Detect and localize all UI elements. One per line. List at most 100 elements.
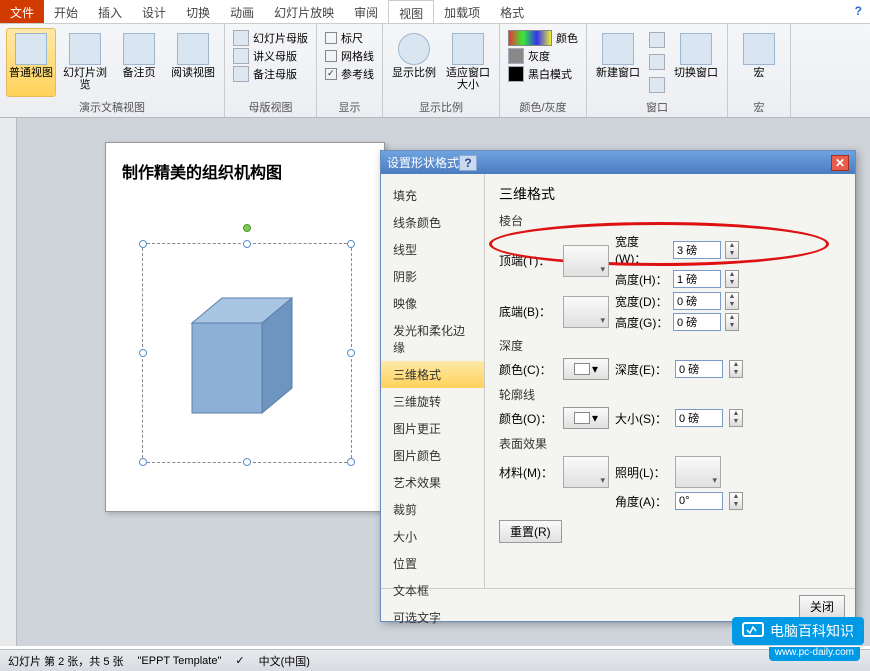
nav-artistic[interactable]: 艺术效果: [381, 469, 484, 496]
tab-transition[interactable]: 切换: [176, 0, 220, 23]
tab-format[interactable]: 格式: [490, 0, 534, 23]
blackwhite-button[interactable]: 黑白模式: [508, 66, 578, 82]
tab-file[interactable]: 文件: [0, 0, 44, 23]
gridlines-checkbox[interactable]: 网格线: [325, 48, 374, 64]
close-button[interactable]: 关闭: [799, 595, 845, 618]
contour-size-input[interactable]: [675, 409, 723, 427]
nav-picture-correct[interactable]: 图片更正: [381, 415, 484, 442]
template-name: "EPPT Template": [138, 655, 222, 667]
nav-3d-rotation[interactable]: 三维旋转: [381, 388, 484, 415]
angle-input[interactable]: [675, 492, 723, 510]
nav-alttext[interactable]: 可选文字: [381, 604, 484, 631]
guides-checkbox[interactable]: 参考线: [325, 66, 374, 82]
group-label: 显示比例: [389, 97, 493, 115]
nav-line-style[interactable]: 线型: [381, 236, 484, 263]
bottom-width-input[interactable]: [673, 292, 721, 310]
cube-shape[interactable]: [172, 283, 312, 423]
handout-master-button[interactable]: 讲义母版: [233, 48, 308, 64]
material-label: 材料(M)：: [499, 464, 557, 481]
ruler-checkbox[interactable]: 标尺: [325, 30, 374, 46]
tab-slideshow[interactable]: 幻灯片放映: [264, 0, 344, 23]
notes-page-button[interactable]: 备注页: [114, 28, 164, 97]
status-bar: 幻灯片 第 2 张，共 5 张 "EPPT Template" ✓ 中文(中国): [0, 649, 870, 671]
nav-textbox[interactable]: 文本框: [381, 577, 484, 604]
tab-home[interactable]: 开始: [44, 0, 88, 23]
nav-line-color[interactable]: 线条颜色: [381, 209, 484, 236]
bw-icon: [508, 66, 524, 82]
notes-master-button[interactable]: 备注母版: [233, 66, 308, 82]
tab-review[interactable]: 审阅: [344, 0, 388, 23]
depth-input[interactable]: [675, 360, 723, 378]
reading-view-button[interactable]: 阅读视图: [168, 28, 218, 97]
slide-sorter-button[interactable]: 幻灯片浏览: [60, 28, 110, 97]
resize-handle[interactable]: [243, 240, 251, 248]
group-label: 颜色/灰度: [506, 97, 580, 115]
resize-handle[interactable]: [139, 458, 147, 466]
resize-handle[interactable]: [347, 458, 355, 466]
spinner[interactable]: ▲▼: [725, 241, 739, 259]
spinner[interactable]: ▲▼: [729, 492, 743, 510]
spinner[interactable]: ▲▼: [725, 270, 739, 288]
tab-addins[interactable]: 加载项: [434, 0, 490, 23]
zoom-icon: [398, 33, 430, 65]
bottom-height-input[interactable]: [673, 313, 721, 331]
resize-handle[interactable]: [347, 240, 355, 248]
bevel-bottom-picker[interactable]: [563, 296, 609, 328]
group-macros: 宏 宏: [728, 24, 791, 117]
split-icon[interactable]: [649, 77, 665, 93]
cascade-icon[interactable]: [649, 54, 665, 70]
depth-color-picker[interactable]: ▾: [563, 358, 609, 380]
nav-fill[interactable]: 填充: [381, 182, 484, 209]
nav-position[interactable]: 位置: [381, 550, 484, 577]
contour-color-picker[interactable]: ▾: [563, 407, 609, 429]
top-height-input[interactable]: [673, 270, 721, 288]
slide-master-button[interactable]: 幻灯片母版: [233, 30, 308, 46]
lighting-picker[interactable]: [675, 456, 721, 488]
spinner[interactable]: ▲▼: [729, 409, 743, 427]
dialog-titlebar[interactable]: 设置形状格式 ? ✕: [381, 151, 855, 174]
switch-window-button[interactable]: 切换窗口: [671, 28, 721, 97]
spinner[interactable]: ▲▼: [729, 360, 743, 378]
color-button[interactable]: 颜色: [508, 30, 578, 46]
fit-window-button[interactable]: 适应窗口大小: [443, 28, 493, 97]
resize-handle[interactable]: [139, 349, 147, 357]
size-label: 大小(S)：: [615, 410, 669, 427]
arrange-icon[interactable]: [649, 32, 665, 48]
spinner[interactable]: ▲▼: [725, 292, 739, 310]
tab-view[interactable]: 视图: [388, 0, 434, 23]
nav-crop[interactable]: 裁剪: [381, 496, 484, 523]
resize-handle[interactable]: [347, 349, 355, 357]
tab-design[interactable]: 设计: [132, 0, 176, 23]
tab-animation[interactable]: 动画: [220, 0, 264, 23]
section-heading: 三维格式: [499, 184, 841, 204]
resize-handle[interactable]: [139, 240, 147, 248]
nav-picture-color[interactable]: 图片颜色: [381, 442, 484, 469]
zoom-button[interactable]: 显示比例: [389, 28, 439, 97]
macros-button[interactable]: 宏: [734, 28, 784, 97]
spellcheck-icon[interactable]: ✓: [235, 654, 244, 667]
help-icon[interactable]: ?: [847, 0, 870, 23]
rotate-handle[interactable]: [243, 224, 251, 232]
top-width-input[interactable]: [673, 241, 721, 259]
bevel-top-row: 顶端(T)： 宽度(W)：▲▼ 高度(H)：▲▼: [499, 233, 841, 288]
fit-icon: [452, 33, 484, 65]
group-label: 演示文稿视图: [6, 97, 218, 115]
material-picker[interactable]: [563, 456, 609, 488]
nav-shadow[interactable]: 阴影: [381, 263, 484, 290]
resize-handle[interactable]: [243, 458, 251, 466]
tab-insert[interactable]: 插入: [88, 0, 132, 23]
thumbnail-panel[interactable]: [0, 118, 17, 646]
new-window-button[interactable]: 新建窗口: [593, 28, 643, 97]
dialog-help-button[interactable]: ?: [459, 155, 477, 171]
nav-3d-format[interactable]: 三维格式: [381, 361, 484, 388]
dialog-close-button[interactable]: ✕: [831, 155, 849, 171]
nav-glow[interactable]: 发光和柔化边缘: [381, 317, 484, 361]
normal-view-button[interactable]: 普通视图: [6, 28, 56, 97]
spinner[interactable]: ▲▼: [725, 313, 739, 331]
nav-size[interactable]: 大小: [381, 523, 484, 550]
grayscale-button[interactable]: 灰度: [508, 48, 578, 64]
language-status[interactable]: 中文(中国): [259, 653, 310, 669]
reset-button[interactable]: 重置(R): [499, 520, 562, 543]
nav-reflection[interactable]: 映像: [381, 290, 484, 317]
bevel-top-picker[interactable]: [563, 245, 609, 277]
